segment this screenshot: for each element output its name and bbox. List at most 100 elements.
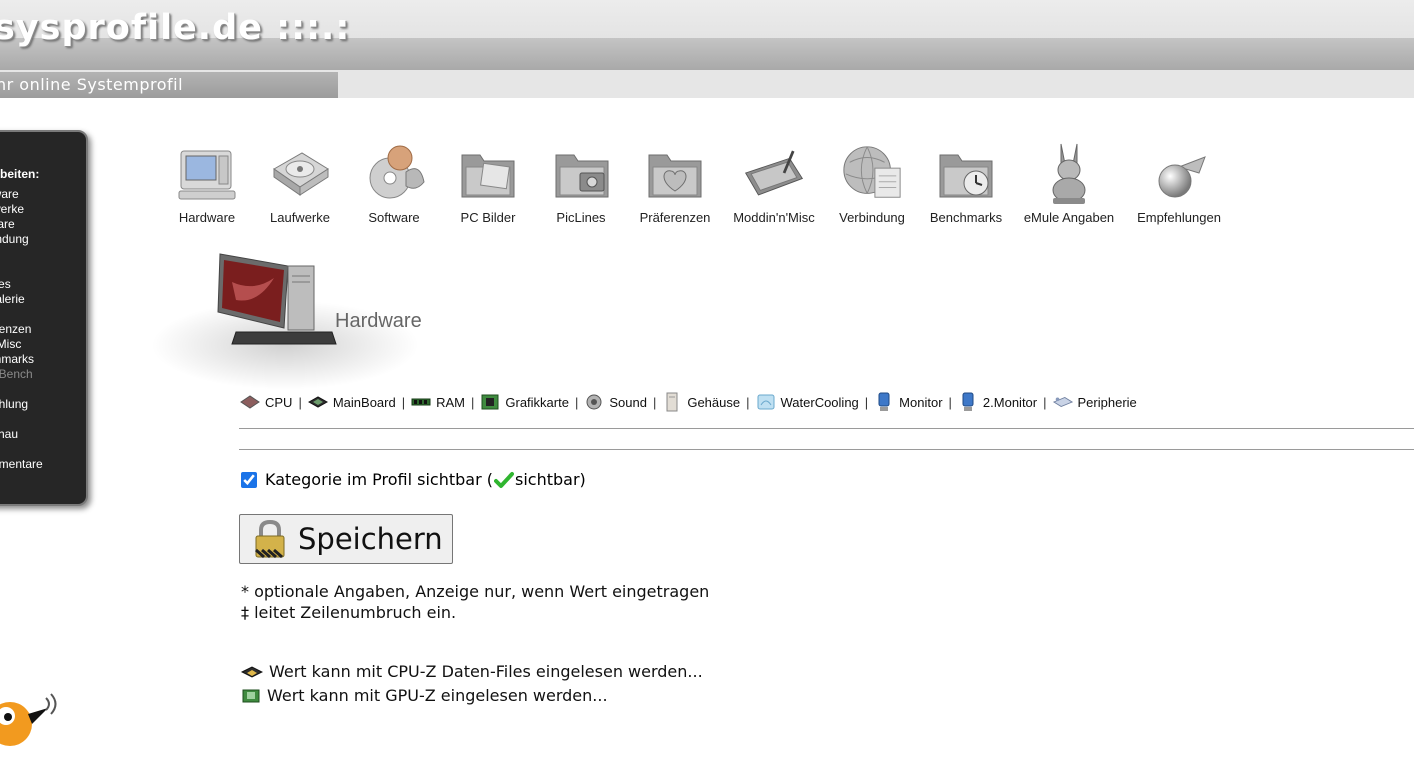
nav-verbindung[interactable]: Verbindung bbox=[836, 140, 908, 225]
page-title: Hardware bbox=[335, 310, 422, 332]
tagline: hr online Systemprofil bbox=[0, 75, 184, 94]
subcat-peripherie[interactable]: Peripherie bbox=[1052, 393, 1137, 411]
sidebar-item-verbindung[interactable]: rbindung bbox=[0, 232, 29, 246]
graphics-card-icon bbox=[480, 393, 500, 411]
nav-software[interactable]: Software bbox=[360, 140, 428, 225]
speaker-icon bbox=[584, 393, 604, 411]
note-linebreak: ‡ leitet Zeilenumbruch ein. bbox=[241, 603, 457, 622]
sidebar-item-hardware[interactable]: rdware bbox=[0, 187, 19, 201]
nav-benchmarks-label: Benchmarks bbox=[929, 210, 1003, 225]
computer-icon bbox=[175, 140, 239, 206]
separator: | bbox=[652, 394, 657, 410]
subcat-mainboard-label: MainBoard bbox=[332, 394, 396, 410]
nav-emule-angaben-label: eMule Angaben bbox=[1023, 210, 1115, 225]
hard-drive-icon bbox=[268, 140, 332, 206]
sidebar-item-laufwerke[interactable]: ufwerke bbox=[0, 202, 24, 216]
nav-praeferenzen[interactable]: Präferenzen bbox=[638, 140, 712, 225]
separator: | bbox=[298, 394, 302, 410]
chrome-ball-icon bbox=[1147, 140, 1211, 206]
separator: | bbox=[1043, 394, 1047, 410]
nav-praeferenzen-label: Präferenzen bbox=[639, 210, 711, 225]
subcat-sound-label: Sound bbox=[609, 394, 647, 410]
hardware-computer-large-icon bbox=[214, 252, 338, 356]
monitor-icon bbox=[958, 392, 978, 411]
watercooling-icon bbox=[756, 393, 776, 411]
nav-empfehlungen-label: Empfehlungen bbox=[1137, 210, 1221, 225]
subcat-2-monitor[interactable]: 2.Monitor bbox=[958, 392, 1038, 411]
visibility-checkbox[interactable] bbox=[241, 471, 257, 488]
subcat-ram[interactable]: RAM bbox=[411, 393, 465, 411]
subcat-watercooling-label: WaterCooling bbox=[780, 394, 859, 410]
nav-hardware[interactable]: Hardware bbox=[172, 140, 242, 225]
separator: | bbox=[746, 394, 750, 410]
nav-emule-angaben[interactable]: eMule Angaben bbox=[1022, 140, 1116, 225]
separator: | bbox=[864, 394, 869, 410]
sidebar-item-vorschau[interactable]: rschau bbox=[0, 427, 18, 441]
software-cd-icon bbox=[362, 140, 426, 206]
nav-benchmarks[interactable]: Benchmarks bbox=[928, 140, 1004, 225]
separator: | bbox=[401, 394, 406, 410]
nav-piclines-label: PicLines bbox=[556, 210, 606, 225]
nav-moddin-misc-label: Moddin'n'Misc bbox=[733, 210, 815, 225]
mule-mascot-icon bbox=[1037, 140, 1101, 206]
subcat-cpu[interactable]: CPU bbox=[240, 393, 292, 411]
sidebar-item-modmisc[interactable]: d&Misc bbox=[0, 337, 21, 351]
sidebar-item-gamebench: meBench bbox=[0, 367, 33, 381]
bird-mascot-icon bbox=[0, 690, 68, 760]
nav-pc-bilder[interactable]: PC Bilder bbox=[456, 140, 520, 225]
camera-folder-icon bbox=[550, 140, 614, 206]
nav-software-label: Software bbox=[368, 210, 420, 225]
subcat-monitor-label: Monitor bbox=[899, 394, 943, 410]
nav-empfehlungen[interactable]: Empfehlungen bbox=[1134, 140, 1224, 225]
nav-verbindung-label: Verbindung bbox=[839, 210, 905, 225]
nav-moddin-misc[interactable]: Moddin'n'Misc bbox=[730, 140, 818, 225]
subcat-monitor[interactable]: Monitor bbox=[874, 392, 943, 411]
nav-laufwerke-label: Laufwerke bbox=[270, 210, 330, 225]
divider-bottom bbox=[239, 449, 1414, 450]
picture-folder-icon bbox=[456, 140, 520, 206]
sidebar-item-galerie[interactable]: -Galerie bbox=[0, 292, 25, 306]
subcat-gehaeuse[interactable]: Gehäuse bbox=[662, 392, 741, 412]
separator: | bbox=[574, 394, 579, 410]
subcat-sound[interactable]: Sound bbox=[584, 393, 647, 411]
heart-folder-icon bbox=[643, 140, 707, 206]
graphics-card-icon bbox=[241, 688, 261, 704]
sidebar-item-benchmarks[interactable]: nchmarks bbox=[0, 352, 34, 366]
separator: | bbox=[948, 394, 952, 410]
subcat-peripherie-label: Peripherie bbox=[1077, 394, 1137, 410]
mainboard-icon bbox=[307, 393, 328, 411]
padlock-icon bbox=[252, 519, 288, 559]
subcat-grafikkarte[interactable]: Grafikkarte bbox=[480, 393, 569, 411]
sidebar-item-piclines[interactable]: Lines bbox=[0, 277, 11, 291]
save-button[interactable]: Speichern bbox=[239, 514, 453, 564]
subcat-gehaeuse-label: Gehäuse bbox=[687, 394, 741, 410]
keyboard-icon bbox=[1052, 393, 1073, 411]
sidebar-item-software[interactable]: ftware bbox=[0, 217, 15, 231]
visibility-label-suffix: sichtbar) bbox=[515, 470, 586, 489]
divider-top bbox=[239, 428, 1414, 429]
clock-folder-icon bbox=[934, 140, 998, 206]
subcat-watercooling[interactable]: WaterCooling bbox=[756, 393, 859, 411]
note-optional: * optionale Angaben, Anzeige nur, wenn W… bbox=[241, 582, 710, 601]
subcat-mainboard[interactable]: MainBoard bbox=[307, 393, 396, 411]
subcat-cpu-label: CPU bbox=[265, 394, 293, 410]
subcat-2-monitor-label: 2.Monitor bbox=[982, 394, 1038, 410]
sidebar-item-empfehlung[interactable]: pfehlung bbox=[0, 397, 28, 411]
mainboard-icon bbox=[241, 664, 263, 680]
checkmark-icon bbox=[494, 471, 514, 489]
tablet-pen-icon bbox=[742, 140, 806, 206]
globe-network-icon bbox=[840, 140, 904, 206]
note-cpuz-text: Wert kann mit CPU-Z Daten-Files eingeles… bbox=[269, 662, 703, 681]
subcategory-nav: CPU | MainBoard | RAM | Grafikkarte | So… bbox=[240, 392, 1137, 412]
monitor-icon bbox=[874, 392, 894, 411]
site-logo[interactable]: sysprofile.de :::.: bbox=[0, 8, 350, 48]
sidebar-menu: earbeiten: rdware ufwerke ftware rbindun… bbox=[0, 130, 88, 506]
sidebar-item-praeferenzen[interactable]: iferenzen bbox=[0, 322, 31, 336]
nav-piclines[interactable]: PicLines bbox=[550, 140, 612, 225]
sidebar-item-kommentare[interactable]: ommentare bbox=[0, 457, 43, 471]
separator: | bbox=[471, 394, 475, 410]
nav-pc-bilder-label: PC Bilder bbox=[460, 210, 516, 225]
note-cpuz: Wert kann mit CPU-Z Daten-Files eingeles… bbox=[241, 662, 703, 681]
nav-hardware-label: Hardware bbox=[178, 210, 236, 225]
nav-laufwerke[interactable]: Laufwerke bbox=[262, 140, 338, 225]
